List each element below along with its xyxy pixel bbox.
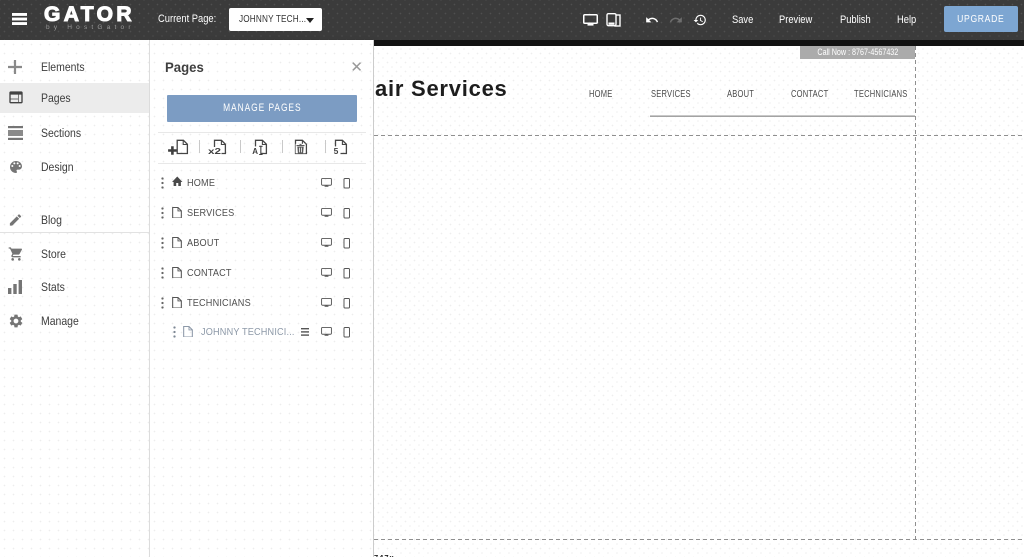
svg-text:x2: x2 [208,147,222,156]
svg-text:A: A [252,147,258,156]
svg-text:5: 5 [334,146,339,156]
